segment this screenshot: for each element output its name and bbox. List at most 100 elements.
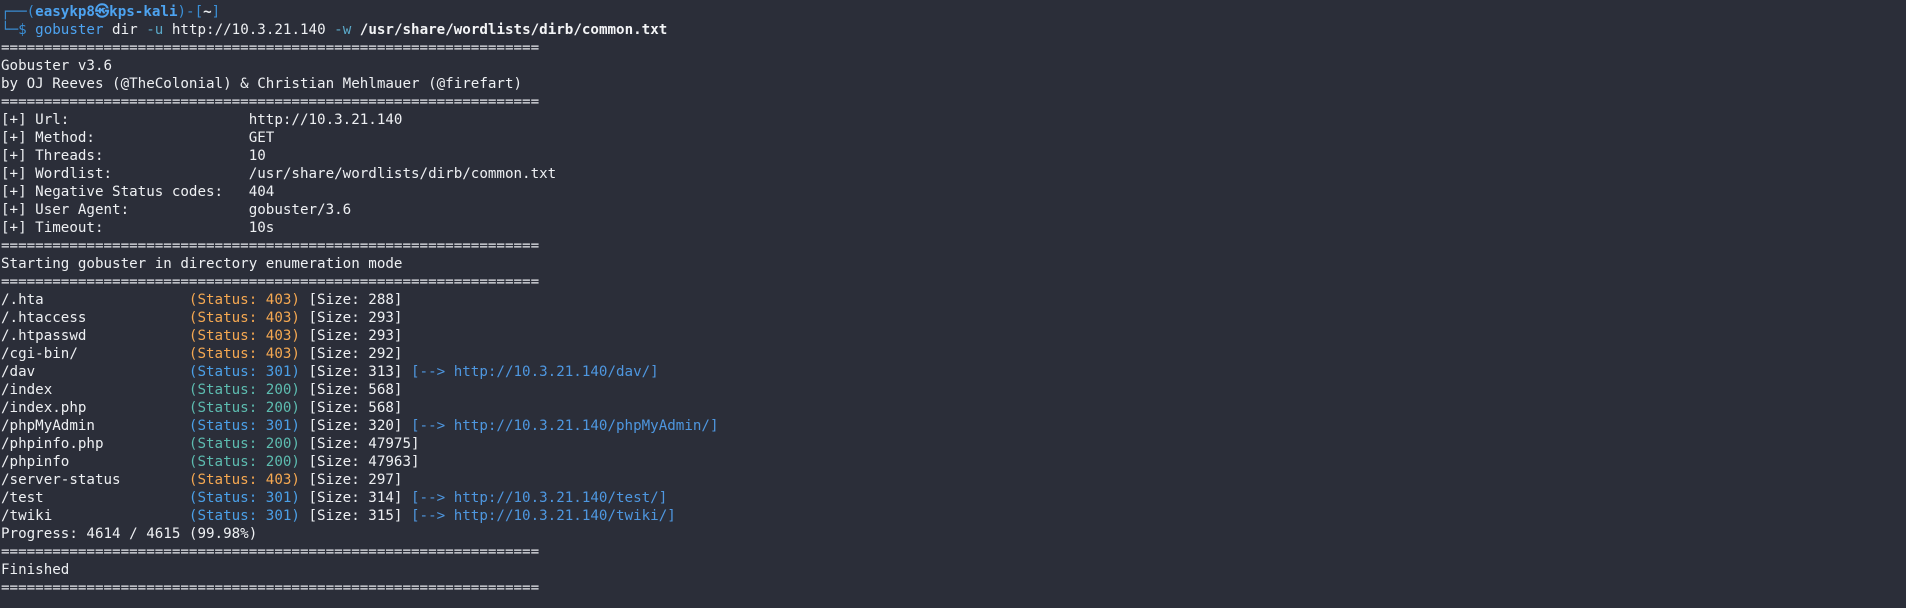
- result-size: [Size: 292]: [299, 346, 403, 362]
- config-value: GET: [248, 130, 275, 146]
- result-path: /dav: [1, 364, 189, 380]
- banner-version: Gobuster v3.6: [1, 58, 113, 74]
- config-value: 10: [248, 148, 266, 164]
- result-row: /.htaccess (Status: 403) [Size: 293]: [0, 309, 1906, 327]
- command-wordlist-arg: /usr/share/wordlists/dirb/common.txt: [351, 22, 668, 38]
- result-status: (Status: 403): [188, 310, 300, 326]
- result-status: (Status: 301): [188, 508, 300, 524]
- config-value: /usr/share/wordlists/dirb/common.txt: [248, 166, 557, 182]
- result-size: [Size: 314]: [299, 490, 403, 506]
- config-row: [+] Method: GET: [0, 129, 1906, 147]
- config-key: [+] Threads:: [1, 148, 249, 164]
- result-status: (Status: 200): [188, 382, 300, 398]
- result-status: (Status: 301): [188, 418, 300, 434]
- prompt-user-host: easykp8㉿kps-kali: [35, 4, 178, 20]
- command-name: gobuster: [35, 22, 104, 38]
- result-status: (Status: 200): [188, 454, 300, 470]
- result-status: (Status: 403): [188, 346, 300, 362]
- result-status: (Status: 301): [188, 490, 300, 506]
- result-redirect: [--> http://10.3.21.140/test/]: [402, 490, 668, 506]
- config-value: 10s: [248, 220, 275, 236]
- result-status: (Status: 403): [188, 292, 300, 308]
- config-key: [+] Url:: [1, 112, 249, 128]
- result-path: /phpMyAdmin: [1, 418, 189, 434]
- result-row: /.hta (Status: 403) [Size: 288]: [0, 291, 1906, 309]
- result-size: [Size: 315]: [299, 508, 403, 524]
- result-path: /cgi-bin/: [1, 346, 189, 362]
- config-value: 404: [248, 184, 275, 200]
- config-key: [+] Method:: [1, 130, 249, 146]
- separator-line: ========================================…: [1, 274, 540, 290]
- result-row: /phpinfo (Status: 200) [Size: 47963]: [0, 453, 1906, 471]
- finished-line: Finished: [1, 562, 70, 578]
- command-flag-w: -w: [334, 22, 352, 38]
- config-row: [+] User Agent: gobuster/3.6: [0, 201, 1906, 219]
- result-row: /server-status (Status: 403) [Size: 297]: [0, 471, 1906, 489]
- prompt-cwd: ~: [203, 4, 212, 20]
- result-path: /.htpasswd: [1, 328, 189, 344]
- config-value: gobuster/3.6: [248, 202, 352, 218]
- prompt-box-top: ┌──(: [1, 4, 36, 20]
- result-size: [Size: 293]: [299, 310, 403, 326]
- result-size: [Size: 568]: [299, 400, 403, 416]
- progress-line: Progress: 4614 / 4615 (99.98%): [1, 526, 258, 542]
- prompt-line-1: ┌──(easykp8㉿kps-kali)-[~]: [0, 3, 1906, 21]
- result-size: [Size: 47975]: [299, 436, 420, 452]
- result-row: /test (Status: 301) [Size: 314] [--> htt…: [0, 489, 1906, 507]
- result-path: /twiki: [1, 508, 189, 524]
- separator-line: ========================================…: [1, 40, 540, 56]
- result-row: /phpinfo.php (Status: 200) [Size: 47975]: [0, 435, 1906, 453]
- result-row: /.htpasswd (Status: 403) [Size: 293]: [0, 327, 1906, 345]
- result-row: /phpMyAdmin (Status: 301) [Size: 320] [-…: [0, 417, 1906, 435]
- result-redirect: [--> http://10.3.21.140/dav/]: [402, 364, 659, 380]
- config-key: [+] Timeout:: [1, 220, 249, 236]
- result-size: [Size: 313]: [299, 364, 403, 380]
- separator-line: ========================================…: [1, 580, 540, 596]
- terminal-window[interactable]: ┌──(easykp8㉿kps-kali)-[~] └─$ gobuster d…: [0, 0, 1906, 608]
- separator-line: ========================================…: [1, 544, 540, 560]
- command-line[interactable]: └─$ gobuster dir -u http://10.3.21.140 -…: [0, 21, 1906, 39]
- config-row: [+] Threads: 10: [0, 147, 1906, 165]
- result-size: [Size: 293]: [299, 328, 403, 344]
- result-row: /cgi-bin/ (Status: 403) [Size: 292]: [0, 345, 1906, 363]
- result-row: /twiki (Status: 301) [Size: 315] [--> ht…: [0, 507, 1906, 525]
- result-path: /index: [1, 382, 189, 398]
- config-key: [+] Negative Status codes:: [1, 184, 249, 200]
- config-value: http://10.3.21.140: [248, 112, 403, 128]
- result-path: /phpinfo: [1, 454, 189, 470]
- result-status: (Status: 403): [188, 328, 300, 344]
- result-size: [Size: 297]: [299, 472, 403, 488]
- result-size: [Size: 288]: [299, 292, 403, 308]
- config-block: [+] Url: http://10.3.21.140 [+] Method: G…: [0, 111, 1906, 237]
- separator-line: ========================================…: [1, 94, 540, 110]
- start-message: Starting gobuster in directory enumerati…: [1, 256, 403, 272]
- config-row: [+] Wordlist: /usr/share/wordlists/dirb/…: [0, 165, 1906, 183]
- config-key: [+] Wordlist:: [1, 166, 249, 182]
- prompt-dir-open: )-[: [177, 4, 204, 20]
- result-path: /index.php: [1, 400, 189, 416]
- result-size: [Size: 47963]: [299, 454, 420, 470]
- result-path: /.hta: [1, 292, 189, 308]
- result-path: /phpinfo.php: [1, 436, 189, 452]
- result-row: /index (Status: 200) [Size: 568]: [0, 381, 1906, 399]
- result-status: (Status: 200): [188, 400, 300, 416]
- config-row: [+] Timeout: 10s: [0, 219, 1906, 237]
- config-row: [+] Url: http://10.3.21.140: [0, 111, 1906, 129]
- result-size: [Size: 568]: [299, 382, 403, 398]
- command-url-arg: http://10.3.21.140: [163, 22, 335, 38]
- banner-author: by OJ Reeves (@TheColonial) & Christian …: [1, 76, 523, 92]
- result-row: /dav (Status: 301) [Size: 313] [--> http…: [0, 363, 1906, 381]
- result-redirect: [--> http://10.3.21.140/twiki/]: [402, 508, 676, 524]
- result-status: (Status: 200): [188, 436, 300, 452]
- result-size: [Size: 320]: [299, 418, 403, 434]
- result-status: (Status: 403): [188, 472, 300, 488]
- result-redirect: [--> http://10.3.21.140/phpMyAdmin/]: [402, 418, 719, 434]
- result-path: /.htaccess: [1, 310, 189, 326]
- result-row: /index.php (Status: 200) [Size: 568]: [0, 399, 1906, 417]
- result-status: (Status: 301): [188, 364, 300, 380]
- prompt-dir-close: ]: [211, 4, 221, 20]
- prompt-box-bottom: └─$: [1, 22, 36, 38]
- command-flag-u: -u: [146, 22, 164, 38]
- results-block: /.hta (Status: 403) [Size: 288]/.htacces…: [0, 291, 1906, 525]
- config-row: [+] Negative Status codes: 404: [0, 183, 1906, 201]
